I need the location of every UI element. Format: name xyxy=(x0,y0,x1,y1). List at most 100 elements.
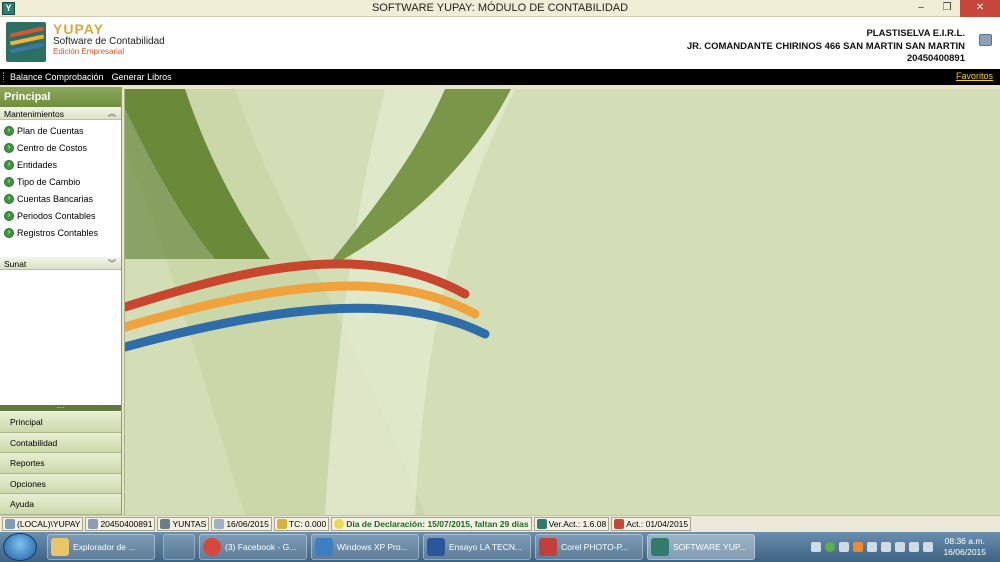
status-version: Ver.Act.: 1.6.08 xyxy=(533,517,610,531)
minimize-button[interactable]: – xyxy=(908,0,934,17)
calendar-update-icon xyxy=(614,519,625,529)
sidebar-item-label: Registros Contables xyxy=(17,227,99,238)
expand-down-icon[interactable]: ︾ xyxy=(108,258,116,269)
sidebar-item-label: Entidades xyxy=(17,159,58,170)
go-arrow-icon: › xyxy=(4,159,14,170)
virtualbox-icon xyxy=(315,538,333,556)
brand-name: YUPAY xyxy=(53,21,104,37)
nav-opciones[interactable]: Opciones xyxy=(0,473,121,494)
sidebar-item-registros-contables[interactable]: › Registros Contables xyxy=(0,224,121,241)
mantenimientos-list: › Plan de Cuentas › Centro de Costos › Enti… xyxy=(0,120,121,241)
sidebar: Principal Mantenimientos ︽ › Plan de Cuen… xyxy=(0,87,122,515)
taskbar-clock[interactable]: 08:36 a.m. 16/06/2015 xyxy=(943,536,986,558)
brand-block: YUPAY Software de Contabilidad Edición E… xyxy=(53,22,165,56)
company-ruc: 20450400891 xyxy=(906,53,965,64)
status-tc: TC: 0.000 xyxy=(273,517,330,531)
company-info: PLASTISELVA E.I.R.L. JR. COMANDANTE CHIR… xyxy=(687,28,965,66)
start-button-icon[interactable] xyxy=(3,533,37,561)
yupay-icon xyxy=(651,538,669,556)
server-icon xyxy=(5,519,15,529)
sidebar-item-label: Cuentas Bancarias xyxy=(17,193,94,204)
yupay-small-icon xyxy=(536,519,547,529)
internet-explorer-icon[interactable] xyxy=(163,534,195,560)
status-server: (LOCAL)\YUPAY xyxy=(2,517,84,531)
sidebar-title: Principal xyxy=(0,87,121,107)
sidebar-item-entidades[interactable]: › Entidades xyxy=(0,156,121,173)
taskbar-item-explorer[interactable]: Explorador de ... xyxy=(47,534,155,560)
security-icon[interactable] xyxy=(839,542,850,552)
nav-ayuda[interactable]: Ayuda xyxy=(0,494,121,515)
dollar-icon xyxy=(276,519,287,529)
sunat-label: Sunat xyxy=(4,259,27,269)
company-icon xyxy=(88,519,99,529)
chrome-icon xyxy=(203,538,221,556)
close-button[interactable]: ✕ xyxy=(960,0,1000,17)
menu-bar: Balance Comprobación Generar Libros Favo… xyxy=(0,69,1000,85)
go-arrow-icon: › xyxy=(4,193,14,204)
taskbar-item-corel[interactable]: Corel PHOTO-P... xyxy=(535,534,643,560)
taskbar-item-word[interactable]: Ensayo LA TECN... xyxy=(423,534,531,560)
favorites-link[interactable]: Favoritos xyxy=(956,71,993,81)
sunat-header[interactable]: Sunat ︾ xyxy=(0,257,121,270)
info-icon[interactable] xyxy=(825,542,836,552)
network-adapter-icon[interactable] xyxy=(881,542,892,552)
brand-subtitle: Software de Contabilidad xyxy=(53,36,165,47)
yupay-background-art xyxy=(125,89,515,515)
title-bar: Y SOFTWARE YUPAY: MÓDULO DE CONTABILIDAD… xyxy=(0,0,1000,17)
brand-edition: Edición Empresarial xyxy=(53,47,125,56)
nav-contabilidad[interactable]: Contabilidad xyxy=(0,432,121,453)
sidebar-splitter[interactable]: ..... xyxy=(0,404,121,411)
word-icon xyxy=(427,538,445,556)
window-title: SOFTWARE YUPAY: MÓDULO DE CONTABILIDAD xyxy=(371,2,629,14)
app-header: YUPAY Software de Contabilidad Edición E… xyxy=(0,17,1000,69)
calendar-icon xyxy=(214,519,225,529)
go-arrow-icon: › xyxy=(4,227,14,238)
company-address: JR. COMANDANTE CHIRINOS 466 SAN MARTIN S… xyxy=(686,40,965,52)
maximize-button[interactable]: ❐ xyxy=(934,0,960,17)
taskbar-item-virtualbox[interactable]: Windows XP Pro... xyxy=(311,534,419,560)
change-company-icon[interactable] xyxy=(979,34,992,46)
company-name: PLASTISELVA E.I.R.L. xyxy=(866,28,965,39)
sidebar-item-label: Periodos Contables xyxy=(17,210,96,221)
mantenimientos-header[interactable]: Mantenimientos ︽ xyxy=(0,107,121,120)
taskbar-item-yupay[interactable]: SOFTWARE YUP... xyxy=(647,534,755,560)
sidebar-nav: Principal Contabilidad Reportes Opciones… xyxy=(0,412,121,515)
status-updated: Act.: 01/04/2015 xyxy=(611,517,692,531)
menu-grip xyxy=(3,72,5,82)
mantenimientos-label: Mantenimientos xyxy=(4,109,65,119)
status-declaration: Día de Declaración: 15/07/2015, faltan 2… xyxy=(331,517,532,531)
lightbulb-icon xyxy=(334,519,345,529)
status-user: YUNTAS xyxy=(157,517,210,531)
signal-icon[interactable] xyxy=(895,542,906,552)
go-arrow-icon: › xyxy=(4,176,14,187)
sidebar-item-plan-de-cuentas[interactable]: › Plan de Cuentas xyxy=(0,122,121,139)
go-arrow-icon: › xyxy=(4,125,14,136)
main-workspace xyxy=(124,89,1000,515)
bluetooth-icon[interactable] xyxy=(811,542,822,552)
sidebar-item-tipo-de-cambio[interactable]: › Tipo de Cambio xyxy=(0,173,121,190)
avast-icon[interactable] xyxy=(853,542,864,552)
flag-icon[interactable] xyxy=(867,542,878,552)
nav-reportes[interactable]: Reportes xyxy=(0,453,121,474)
taskbar-item-chrome[interactable]: (3) Facebook - G... xyxy=(199,534,307,560)
sidebar-item-cuentas-bancarias[interactable]: › Cuentas Bancarias xyxy=(0,190,121,207)
user-icon xyxy=(160,519,171,529)
status-date: 16/06/2015 xyxy=(211,517,272,531)
menu-generar-libros[interactable]: Generar Libros xyxy=(112,72,172,82)
system-tray: 08:36 a.m. 16/06/2015 xyxy=(811,532,1000,562)
sidebar-item-label: Tipo de Cambio xyxy=(17,176,81,187)
yupay-logo-icon xyxy=(6,22,46,62)
go-arrow-icon: › xyxy=(4,210,14,221)
sidebar-item-label: Centro de Costos xyxy=(17,142,88,153)
corel-icon xyxy=(539,538,557,556)
folder-icon xyxy=(51,538,69,556)
volume-icon[interactable] xyxy=(909,542,920,552)
menu-balance-comprobacion[interactable]: Balance Comprobación xyxy=(10,72,104,82)
sidebar-item-periodos-contables[interactable]: › Periodos Contables xyxy=(0,207,121,224)
status-bar: (LOCAL)\YUPAY 20450400891 YUNTAS 16/06/2… xyxy=(0,515,1000,532)
battery-icon[interactable] xyxy=(923,542,934,552)
taskbar: Explorador de ... (3) Facebook - G... Wi… xyxy=(0,532,1000,562)
nav-principal[interactable]: Principal xyxy=(0,412,121,433)
collapse-up-icon[interactable]: ︽ xyxy=(108,108,116,119)
sidebar-item-centro-de-costos[interactable]: › Centro de Costos xyxy=(0,139,121,156)
